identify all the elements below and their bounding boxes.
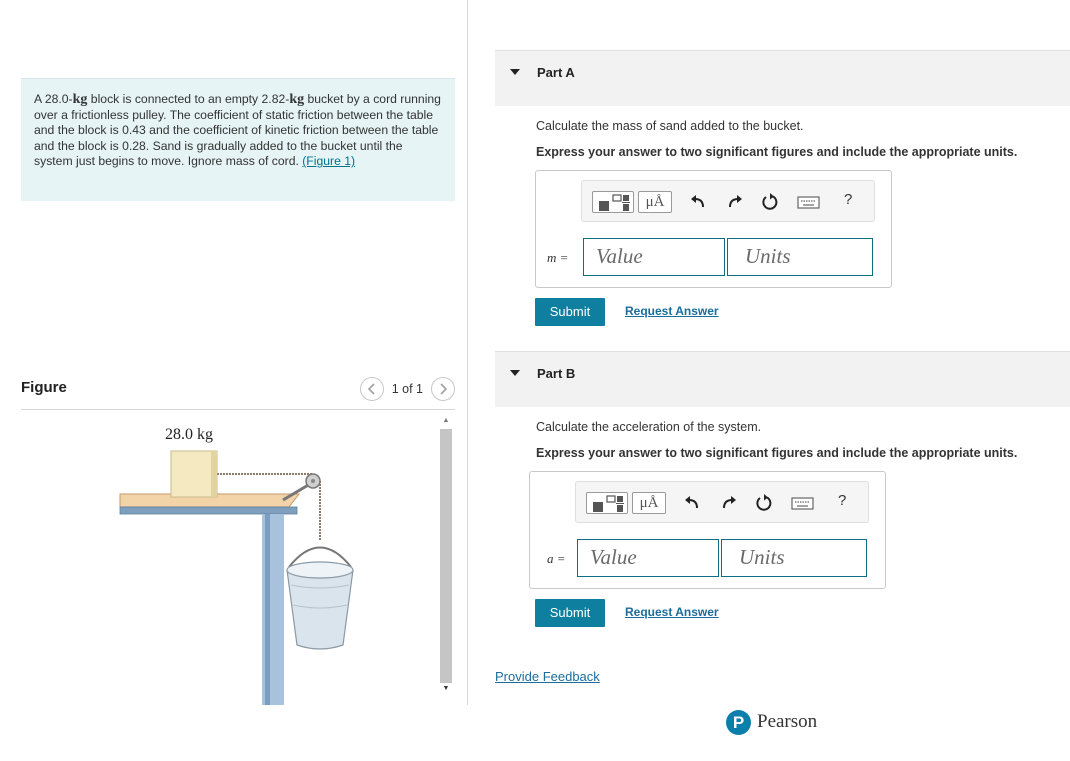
undo-icon[interactable]: [688, 192, 708, 212]
part-b-units-input[interactable]: Units: [721, 539, 867, 577]
part-a-answer-box: μÅ ? m = Value Units: [535, 170, 892, 288]
problem-unit-1: kg: [72, 92, 88, 107]
part-b-submit-button[interactable]: Submit: [535, 599, 605, 627]
keyboard-icon[interactable]: [791, 493, 815, 513]
part-a-header[interactable]: Part A: [495, 50, 1070, 106]
chevron-right-icon[interactable]: [431, 377, 455, 401]
provide-feedback-link[interactable]: Provide Feedback: [495, 669, 600, 684]
part-b-value-input[interactable]: Value: [577, 539, 719, 577]
redo-icon[interactable]: [719, 493, 739, 513]
figure-image: 28.0 kg: [21, 415, 431, 705]
scroll-down-arrow-icon[interactable]: ▼: [437, 683, 455, 695]
part-b-title: Part B: [537, 366, 576, 381]
collapse-caret-icon[interactable]: [510, 69, 520, 75]
part-a-units-input[interactable]: Units: [727, 238, 873, 276]
fraction-template-icon[interactable]: [592, 191, 634, 213]
pane-divider: [467, 0, 468, 705]
table-edge: [119, 506, 298, 515]
part-a-toolbar: μÅ ?: [581, 180, 875, 222]
part-a-instruction: Express your answer to two significant f…: [536, 145, 1018, 159]
collapse-caret-icon[interactable]: [510, 370, 520, 376]
problem-text-1: A 28.0-: [34, 92, 73, 106]
redo-icon[interactable]: [725, 192, 745, 212]
help-icon[interactable]: ?: [838, 492, 846, 509]
problem-statement: A 28.0-kg block is connected to an empty…: [21, 78, 455, 201]
block-shade: [211, 451, 217, 497]
keyboard-icon[interactable]: [797, 192, 821, 212]
part-b-answer-box: μÅ ? a = Value Units: [529, 471, 886, 589]
part-a-request-answer-link[interactable]: Request Answer: [625, 304, 719, 318]
problem-text-2: block is connected to an empty 2.82-: [87, 92, 290, 106]
block: [170, 450, 218, 498]
part-b-request-answer-link[interactable]: Request Answer: [625, 605, 719, 619]
bucket-body: [286, 569, 354, 650]
scroll-thumb[interactable]: [440, 429, 452, 683]
part-a-submit-button[interactable]: Submit: [535, 298, 605, 326]
table-leg-shade: [265, 514, 270, 705]
left-pane: A 28.0-kg block is connected to an empty…: [0, 0, 467, 761]
bucket-rim: [286, 561, 354, 579]
figure-header: Figure 1 of 1: [21, 376, 455, 410]
pulley-axle: [311, 479, 315, 483]
pearson-logo-icon: P: [726, 709, 751, 735]
reset-icon[interactable]: [760, 192, 780, 212]
part-a-value-input[interactable]: Value: [583, 238, 725, 276]
figure-link[interactable]: (Figure 1): [302, 154, 355, 168]
help-icon[interactable]: ?: [844, 191, 852, 208]
block-mass-label: 28.0 kg: [165, 426, 213, 443]
chevron-left-icon[interactable]: [359, 377, 384, 401]
undo-icon[interactable]: [682, 493, 702, 513]
part-a-question: Calculate the mass of sand added to the …: [536, 119, 804, 133]
part-a-variable: m =: [547, 250, 569, 265]
figure-title: Figure: [21, 379, 67, 396]
part-b-question: Calculate the acceleration of the system…: [536, 420, 762, 434]
reset-icon[interactable]: [754, 493, 774, 513]
scroll-up-arrow-icon[interactable]: ▲: [437, 415, 455, 427]
units-icon[interactable]: μÅ: [632, 492, 666, 514]
units-icon[interactable]: μÅ: [638, 191, 672, 213]
pager-text: 1 of 1: [391, 382, 423, 396]
figure-scrollbar[interactable]: ▲ ▼: [437, 415, 455, 697]
part-b-toolbar: μÅ ?: [575, 481, 869, 523]
fraction-template-icon[interactable]: [586, 492, 628, 514]
part-b-header[interactable]: Part B: [495, 351, 1070, 407]
pearson-brand: P Pearson: [726, 709, 817, 735]
part-b-variable: a =: [547, 551, 566, 566]
part-a-title: Part A: [537, 65, 575, 80]
figure-pager: 1 of 1: [359, 377, 455, 401]
part-b-instruction: Express your answer to two significant f…: [536, 446, 1018, 460]
pearson-wordmark: Pearson: [757, 711, 818, 732]
problem-unit-2: kg: [289, 92, 305, 107]
